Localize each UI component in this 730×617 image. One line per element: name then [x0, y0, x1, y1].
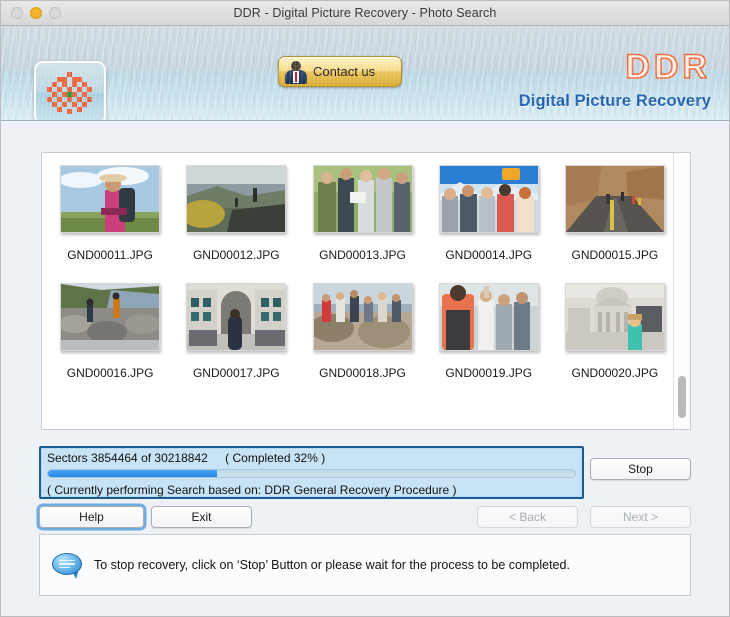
thumbnail-item[interactable]: GND00020.JPG: [557, 283, 673, 380]
progress-sectors-text: Sectors 3854464 of 30218842: [47, 451, 208, 465]
main-content: GND00011.JPG GND00012.JPG GND00013.JPG G…: [1, 121, 729, 616]
thumbnail-item[interactable]: GND00015.JPG: [557, 165, 673, 262]
progress-bar-fill: [48, 470, 217, 477]
thumbnail-label: GND00015.JPG: [571, 248, 659, 262]
thumbnail-label: GND00012.JPG: [192, 248, 280, 262]
galleria-arcade-photo: [187, 284, 286, 350]
thumbnail-panel: GND00011.JPG GND00012.JPG GND00013.JPG G…: [41, 152, 691, 430]
thumbnail-item[interactable]: GND00018.JPG: [304, 283, 420, 380]
progress-percent-text: ( Completed 32% ): [225, 451, 326, 465]
traffic-lights: [11, 7, 61, 19]
progress-sectors-line: Sectors 3854464 of 30218842 ( Completed …: [47, 451, 576, 465]
progress-status-text: ( Currently performing Search based on: …: [47, 483, 457, 497]
title-bar: DDR - Digital Picture Recovery - Photo S…: [1, 1, 729, 26]
hiker-with-backpack-photo: [61, 166, 160, 232]
thumbnail-item[interactable]: GND00013.JPG: [304, 165, 420, 262]
speech-bubble-icon: [52, 552, 82, 579]
thumbnail-row: GND00011.JPG GND00012.JPG GND00013.JPG G…: [42, 165, 673, 262]
back-button[interactable]: < Back: [477, 506, 578, 528]
thumbnail-label: GND00020.JPG: [571, 366, 659, 380]
thumbnail-image[interactable]: [186, 283, 287, 351]
thumbnail-row: GND00016.JPG GND00017.JPG GND00018.JPG G…: [42, 283, 673, 380]
group-reading-map-photo: [313, 166, 412, 232]
thumbnail-item[interactable]: GND00011.JPG: [52, 165, 168, 262]
thumbnail-image[interactable]: [312, 283, 413, 351]
progress-panel: Sectors 3854464 of 30218842 ( Completed …: [39, 446, 584, 499]
thumbnail-label: GND00016.JPG: [66, 366, 154, 380]
brand-title: DDR: [625, 48, 711, 86]
desert-road-walkers-photo: [565, 166, 664, 232]
thumbnail-label: GND00019.JPG: [445, 366, 533, 380]
mountain-overlook-photo: [187, 166, 286, 232]
close-window-icon[interactable]: [11, 7, 23, 19]
next-button[interactable]: Next >: [590, 506, 691, 528]
help-button[interactable]: Help: [39, 506, 144, 528]
progress-bar: [47, 469, 576, 478]
window-title: DDR - Digital Picture Recovery - Photo S…: [233, 6, 497, 20]
checkered-flower-icon: [47, 72, 93, 114]
friends-selfie-photo: [439, 166, 538, 232]
brand-logo: DDR Digital Picture Recovery: [518, 48, 711, 111]
thumbnail-image[interactable]: [564, 283, 665, 351]
contact-us-label: Contact us: [313, 64, 376, 79]
application-window: DDR - Digital Picture Recovery - Photo S…: [0, 0, 730, 617]
app-logo-button[interactable]: [34, 61, 106, 120]
thumbnail-item[interactable]: GND00012.JPG: [178, 165, 294, 262]
river-rocks-hikers-photo: [61, 284, 160, 350]
thumbnail-image[interactable]: [60, 283, 161, 351]
thumbnail-item[interactable]: GND00014.JPG: [431, 165, 547, 262]
thumbnail-label: GND00017.JPG: [192, 366, 280, 380]
thumbnail-image[interactable]: [564, 165, 665, 233]
brand-subtitle: Digital Picture Recovery: [518, 92, 711, 110]
piazza-church-photo: [565, 284, 664, 350]
thumbnail-label: GND00014.JPG: [445, 248, 533, 262]
thumbnail-item[interactable]: GND00017.JPG: [178, 283, 294, 380]
thumbnail-image[interactable]: [60, 165, 161, 233]
minimize-window-icon[interactable]: [30, 7, 42, 19]
thumbnail-grid: GND00011.JPG GND00012.JPG GND00013.JPG G…: [42, 153, 673, 429]
thumbnail-image[interactable]: [312, 165, 413, 233]
thumbnail-item[interactable]: GND00016.JPG: [52, 283, 168, 380]
stop-button[interactable]: Stop: [590, 458, 691, 480]
thumbnail-label: GND00018.JPG: [319, 366, 406, 380]
exit-button[interactable]: Exit: [151, 506, 252, 528]
thumbnail-image[interactable]: [186, 165, 287, 233]
message-text: To stop recovery, click on ‘Stop’ Button…: [94, 558, 570, 572]
scrollbar-thumb[interactable]: [678, 376, 686, 418]
thumbnail-image[interactable]: [438, 283, 539, 351]
thumbnail-item[interactable]: GND00019.JPG: [431, 283, 547, 380]
maximize-window-icon[interactable]: [49, 7, 61, 19]
tourists-street-photo: [439, 284, 538, 350]
thumbnail-scrollbar[interactable]: [673, 153, 690, 429]
message-panel: To stop recovery, click on ‘Stop’ Button…: [39, 534, 691, 596]
header-banner: Contact us DDR Digital Picture Recovery: [1, 26, 729, 121]
group-on-rocks-photo: [313, 284, 412, 350]
thumbnail-image[interactable]: [438, 165, 539, 233]
person-avatar-icon: [284, 60, 308, 84]
thumbnail-label: GND00011.JPG: [67, 248, 154, 262]
thumbnail-label: GND00013.JPG: [319, 248, 406, 262]
contact-us-button[interactable]: Contact us: [278, 56, 402, 87]
